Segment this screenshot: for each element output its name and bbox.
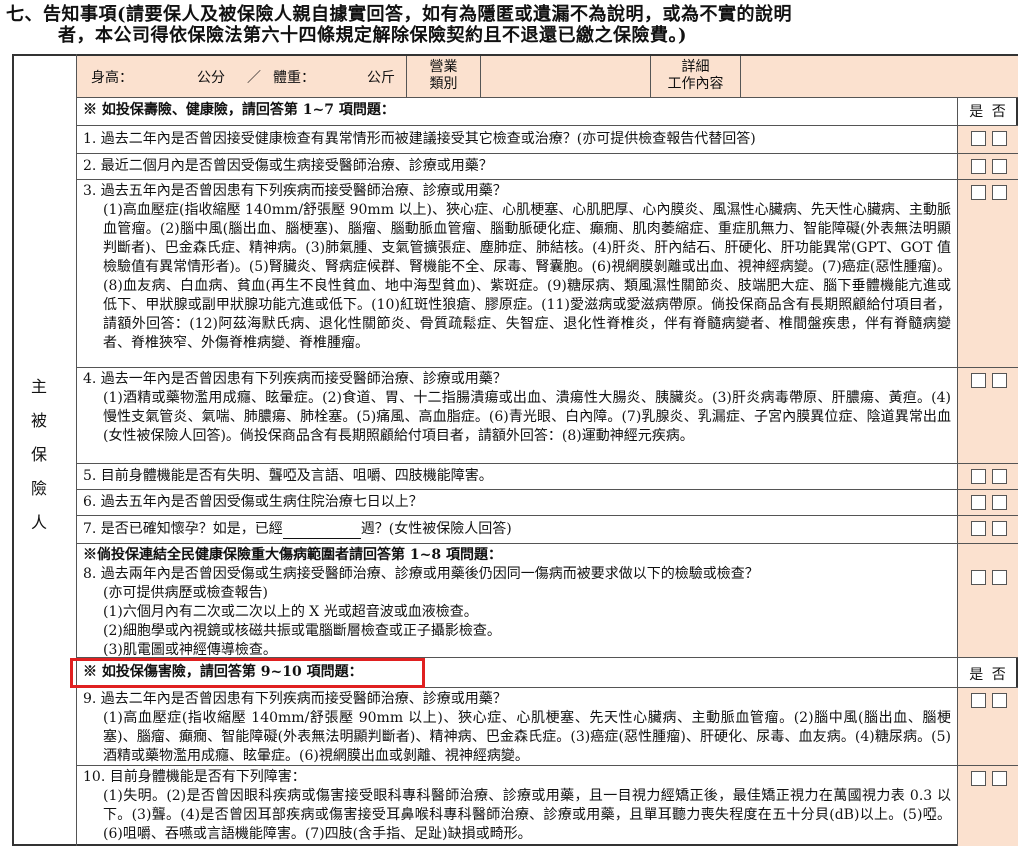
no-checkbox[interactable] [992, 693, 1007, 708]
insured-label-char: 險 [30, 479, 47, 498]
question-8-head: 8. 過去兩年內是否曾因受傷或生病接受醫師治療、診療或用藥後仍因同一傷病而被要求… [83, 566, 759, 582]
no-checkbox[interactable] [992, 373, 1007, 388]
weight-label: 體重： [273, 70, 315, 86]
question-row: 1. 過去二年內是否曾因接受健康檢查有異常情形而被建議接受其它檢查或治療？(亦可… [77, 126, 1018, 154]
question-row: 4. 過去一年內是否曾因患有下列疾病而接受醫師治療、診療或用藥？ (1)酒精或藥… [77, 368, 1018, 464]
question-row: 3. 過去五年內是否曾因患有下列疾病而接受醫師治療、診療或用藥？ (1)高血壓症… [77, 180, 1018, 368]
question-9-head: 9. 過去二年內是否曾因患有下列疾病而接受醫師治療、診療或用藥？ [83, 691, 507, 707]
pregnancy-weeks-field[interactable] [282, 524, 361, 539]
yes-checkbox[interactable] [971, 131, 986, 146]
height-weight-cell: 身高： 公分 ／ 體重： 公斤 [77, 56, 407, 97]
question-row: 5. 目前身體機能是否有失明、聾啞及言語、咀嚼、四肢機能障害。 [77, 464, 1018, 490]
yes-checkbox[interactable] [971, 185, 986, 200]
question-4-body: (1)酒精或藥物濫用成癮、眩暈症。(2)食道、胃、十二指腸潰瘍或出血、潰瘍性大腸… [103, 390, 951, 444]
title-line-1: 七、告知事項(請要保人及被保險人親自據實回答，如有為隱匿或遺漏不為說明，或為不實… [6, 4, 793, 25]
no-checkbox[interactable] [992, 570, 1007, 585]
section1-header-row: ※ 如投保壽險、健康險，請回答第 1~7 項問題： 是 否 [77, 98, 1018, 126]
question-row: 9. 過去二年內是否曾因患有下列疾病而接受醫師治療、診療或用藥？ (1)高血壓症… [77, 688, 1018, 766]
question-row: 10. 目前身體機能是否有下列障害： (1)失明。(2)是否曾因眼科疾病或傷害接… [77, 766, 1018, 846]
highlight-box [70, 658, 425, 688]
question-4: 4. 過去一年內是否曾因患有下列疾病而接受醫師治療、診療或用藥？ (1)酒精或藥… [77, 368, 957, 463]
no-checkbox[interactable] [992, 469, 1007, 484]
kg-unit: 公斤 [367, 70, 395, 86]
height-label: 身高： [91, 70, 133, 86]
title-line-2: 者，本公司得依保險法第六十四條規定解除保險契約且不退還已繳之保險費。) [58, 25, 688, 46]
yes-checkbox[interactable] [971, 570, 986, 585]
question-row: 2. 最近二個月內是否曾因受傷或生病接受醫師治療、診療或用藥？ [77, 154, 1018, 180]
insured-label-char: 保 [30, 445, 47, 464]
question-4-head: 4. 過去一年內是否曾因患有下列疾病而接受醫師治療、診療或用藥？ [83, 371, 507, 387]
body-info-row: 身高： 公分 ／ 體重： 公斤 營業 類別 詳細 工作內容 [77, 56, 1018, 98]
insured-label-char: 主 [30, 377, 47, 396]
question-row: 6. 過去五年內是否曾因受傷或生病住院治療七日以上？ [77, 490, 1018, 516]
question-8-header: ※倘投保連結全民健康保險重大傷病範圍者請回答第 1~8 項問題： [83, 547, 502, 563]
job-detail-field[interactable] [741, 56, 1018, 97]
question-2: 2. 最近二個月內是否曾因受傷或生病接受醫師治療、診療或用藥？ [83, 158, 493, 174]
question-row: ※倘投保連結全民健康保險重大傷病範圍者請回答第 1~8 項問題： 8. 過去兩年… [77, 544, 1018, 658]
question-9: 9. 過去二年內是否曾因患有下列疾病而接受醫師治療、診療或用藥？ (1)高血壓症… [77, 688, 957, 765]
no-checkbox[interactable] [992, 185, 1007, 200]
yes-checkbox[interactable] [971, 159, 986, 174]
question-3-body: (1)高血壓症(指收縮壓 140mm/舒張壓 90mm 以上)、狹心症、心肌梗塞… [103, 202, 951, 351]
question-10: 10. 目前身體機能是否有下列障害： (1)失明。(2)是否曾因眼科疾病或傷害接… [77, 766, 957, 846]
question-5: 5. 目前身體機能是否有失明、聾啞及言語、咀嚼、四肢機能障害。 [83, 468, 493, 484]
question-9-body: (1)高血壓症(指收縮壓 140mm/舒張壓 90mm 以上)、狹心症、心肌梗塞… [103, 710, 951, 764]
yes-checkbox[interactable] [971, 469, 986, 484]
question-8: ※倘投保連結全民健康保險重大傷病範圍者請回答第 1~8 項問題： 8. 過去兩年… [77, 544, 957, 658]
question-3-head: 3. 過去五年內是否曾因患有下列疾病而接受醫師治療、診療或用藥？ [83, 183, 507, 199]
cm-unit: 公分 [197, 70, 225, 86]
no-checkbox[interactable] [992, 131, 1007, 146]
section1-header: ※ 如投保壽險、健康險，請回答第 1~7 項問題： [83, 102, 395, 118]
question-7: 7. 是否已確知懷孕？如是，已經 週？(女性被保險人回答) [83, 521, 512, 539]
question-6: 6. 過去五年內是否曾因受傷或生病住院治療七日以上？ [83, 494, 423, 510]
insured-label-char: 人 [30, 513, 47, 532]
business-type-label: 營業 類別 [407, 56, 481, 97]
job-detail-label: 詳細 工作內容 [651, 56, 741, 97]
yes-checkbox[interactable] [971, 373, 986, 388]
insured-label: 主 被 保 險 人 [28, 370, 50, 540]
yes-checkbox[interactable] [971, 521, 986, 536]
yes-no-label: 是 否 [969, 667, 1008, 683]
question-10-body: (1)失明。(2)是否曾因眼科疾病或傷害接受眼科專科醫師治療、診療或用藥，且一目… [103, 788, 951, 842]
yes-checkbox[interactable] [971, 495, 986, 510]
no-checkbox[interactable] [992, 159, 1007, 174]
yes-no-label: 是 否 [969, 104, 1008, 120]
question-3: 3. 過去五年內是否曾因患有下列疾病而接受醫師治療、診療或用藥？ (1)高血壓症… [77, 180, 957, 367]
insured-label-char: 被 [30, 411, 47, 430]
no-checkbox[interactable] [992, 771, 1007, 786]
section-title: 七、告知事項(請要保人及被保險人親自據實回答，如有為隱匿或遺漏不為說明，或為不實… [6, 4, 1020, 46]
question-1: 1. 過去二年內是否曾因接受健康檢查有異常情形而被建議接受其它檢查或治療？(亦可… [83, 131, 756, 147]
business-type-field[interactable] [481, 56, 651, 97]
no-checkbox[interactable] [992, 521, 1007, 536]
no-checkbox[interactable] [992, 495, 1007, 510]
yes-checkbox[interactable] [971, 771, 986, 786]
yes-checkbox[interactable] [971, 693, 986, 708]
question-10-head: 10. 目前身體機能是否有下列障害： [83, 769, 306, 785]
question-row: 7. 是否已確知懷孕？如是，已經 週？(女性被保險人回答) [77, 516, 1018, 544]
slash: ／ [247, 70, 261, 86]
